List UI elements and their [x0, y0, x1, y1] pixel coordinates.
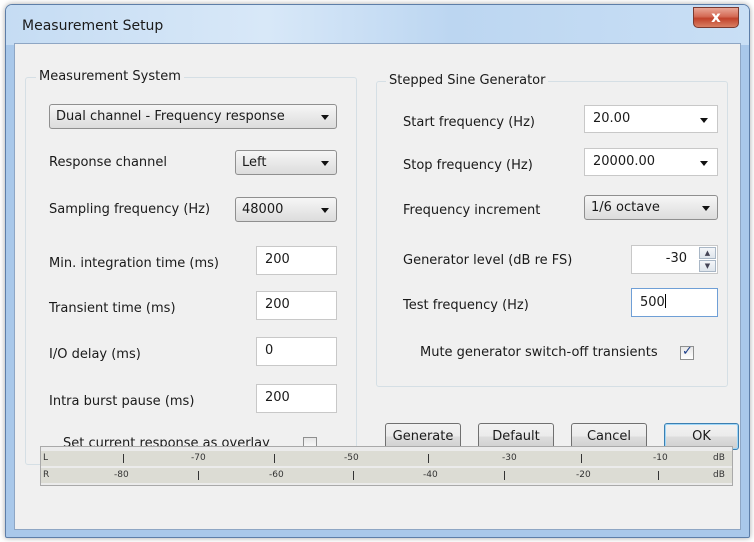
- window-title: Measurement Setup: [22, 18, 164, 34]
- min-integration-label: Min. integration time (ms): [49, 256, 219, 271]
- chevron-down-icon: [700, 161, 708, 166]
- start-frequency-value: 20.00: [593, 111, 631, 126]
- io-delay-value: 0: [265, 343, 274, 358]
- frequency-increment-value: 1/6 octave: [591, 200, 660, 215]
- meter-row-left: L -70 -50 -30 -10 dB: [41, 451, 732, 466]
- meter-tick: [274, 454, 275, 463]
- meter-label: -80: [114, 470, 129, 480]
- meter-label: -50: [344, 453, 359, 463]
- meter-tick: [198, 471, 199, 480]
- generator-level-value: -30: [665, 251, 687, 266]
- response-channel-select[interactable]: Left: [235, 150, 337, 175]
- io-delay-label: I/O delay (ms): [49, 347, 141, 362]
- spinner-buttons: ▲ ▼: [699, 247, 716, 272]
- sampling-frequency-value: 48000: [242, 202, 284, 217]
- test-frequency-input[interactable]: 500: [631, 288, 718, 317]
- meter-tick: [581, 454, 582, 463]
- response-channel-label: Response channel: [49, 155, 168, 170]
- start-frequency-label: Start frequency (Hz): [403, 115, 535, 130]
- measurement-setup-dialog: Measurement Setup x Measurement System D…: [5, 4, 750, 538]
- meter-label: -20: [576, 470, 591, 480]
- stop-frequency-combo[interactable]: 20000.00: [584, 148, 718, 176]
- mute-label: Mute generator switch-off transients: [420, 345, 658, 360]
- meter-tick: [428, 454, 429, 463]
- meter-unit: dB: [713, 470, 725, 480]
- meter-label: -60: [269, 470, 284, 480]
- measurement-system-title: Measurement System: [36, 69, 184, 84]
- mute-checkbox[interactable]: ✓: [680, 344, 694, 360]
- transient-time-value: 200: [265, 297, 290, 312]
- chevron-down-icon: [321, 208, 329, 213]
- close-icon: x: [711, 8, 721, 26]
- intra-burst-label: Intra burst pause (ms): [49, 394, 195, 409]
- io-delay-input[interactable]: 0: [256, 337, 337, 366]
- meter-channel-r: R: [43, 470, 50, 480]
- measurement-mode-select[interactable]: Dual channel - Frequency response: [49, 104, 337, 129]
- test-frequency-label: Test frequency (Hz): [403, 298, 529, 313]
- test-frequency-value: 500: [640, 294, 666, 310]
- meter-label: -30: [502, 453, 517, 463]
- chevron-down-icon: [700, 118, 708, 123]
- chevron-down-icon: [321, 115, 329, 120]
- transient-time-label: Transient time (ms): [49, 301, 176, 316]
- frequency-increment-select[interactable]: 1/6 octave: [584, 195, 718, 220]
- sampling-frequency-label: Sampling frequency (Hz): [49, 202, 211, 217]
- stop-frequency-label: Stop frequency (Hz): [403, 158, 533, 173]
- meter-unit: dB: [713, 453, 725, 463]
- intra-burst-input[interactable]: 200: [256, 384, 337, 413]
- response-channel-value: Left: [242, 155, 267, 170]
- stepped-sine-title: Stepped Sine Generator: [386, 73, 549, 88]
- checkmark-icon: ✓: [682, 344, 693, 359]
- start-frequency-combo[interactable]: 20.00: [584, 105, 718, 133]
- meter-tick: [504, 471, 505, 480]
- intra-burst-value: 200: [265, 390, 290, 405]
- stop-frequency-value: 20000.00: [593, 154, 656, 169]
- chevron-down-icon: [321, 161, 329, 166]
- meter-label: -70: [191, 453, 206, 463]
- transient-time-input[interactable]: 200: [256, 291, 337, 320]
- text-caret: [664, 294, 666, 308]
- chevron-down-icon: [702, 206, 710, 211]
- meter-channel-l: L: [43, 453, 49, 463]
- generator-level-label: Generator level (dB re FS): [403, 253, 573, 268]
- generator-level-spinner[interactable]: -30 ▲ ▼: [631, 245, 718, 274]
- test-frequency-text: 500: [640, 295, 665, 310]
- spin-down-icon[interactable]: ▼: [699, 260, 716, 272]
- min-integration-value: 200: [265, 252, 290, 267]
- meter-tick: [353, 471, 354, 480]
- close-button[interactable]: x: [693, 7, 739, 28]
- title-bar[interactable]: Measurement Setup x: [6, 5, 749, 45]
- measurement-mode-value: Dual channel - Frequency response: [56, 109, 285, 124]
- meter-tick: [123, 454, 124, 463]
- meter-label: -40: [423, 470, 438, 480]
- min-integration-input[interactable]: 200: [256, 246, 337, 275]
- sampling-frequency-select[interactable]: 48000: [235, 197, 337, 222]
- meter-label: -10: [653, 453, 668, 463]
- level-meter: L -70 -50 -30 -10 dB R -80 -60 -40 -20 d…: [40, 446, 733, 486]
- meter-row-right: R -80 -60 -40 -20 dB: [41, 468, 732, 483]
- frequency-increment-label: Frequency increment: [403, 203, 541, 218]
- spin-up-icon[interactable]: ▲: [699, 247, 716, 259]
- meter-tick: [658, 471, 659, 480]
